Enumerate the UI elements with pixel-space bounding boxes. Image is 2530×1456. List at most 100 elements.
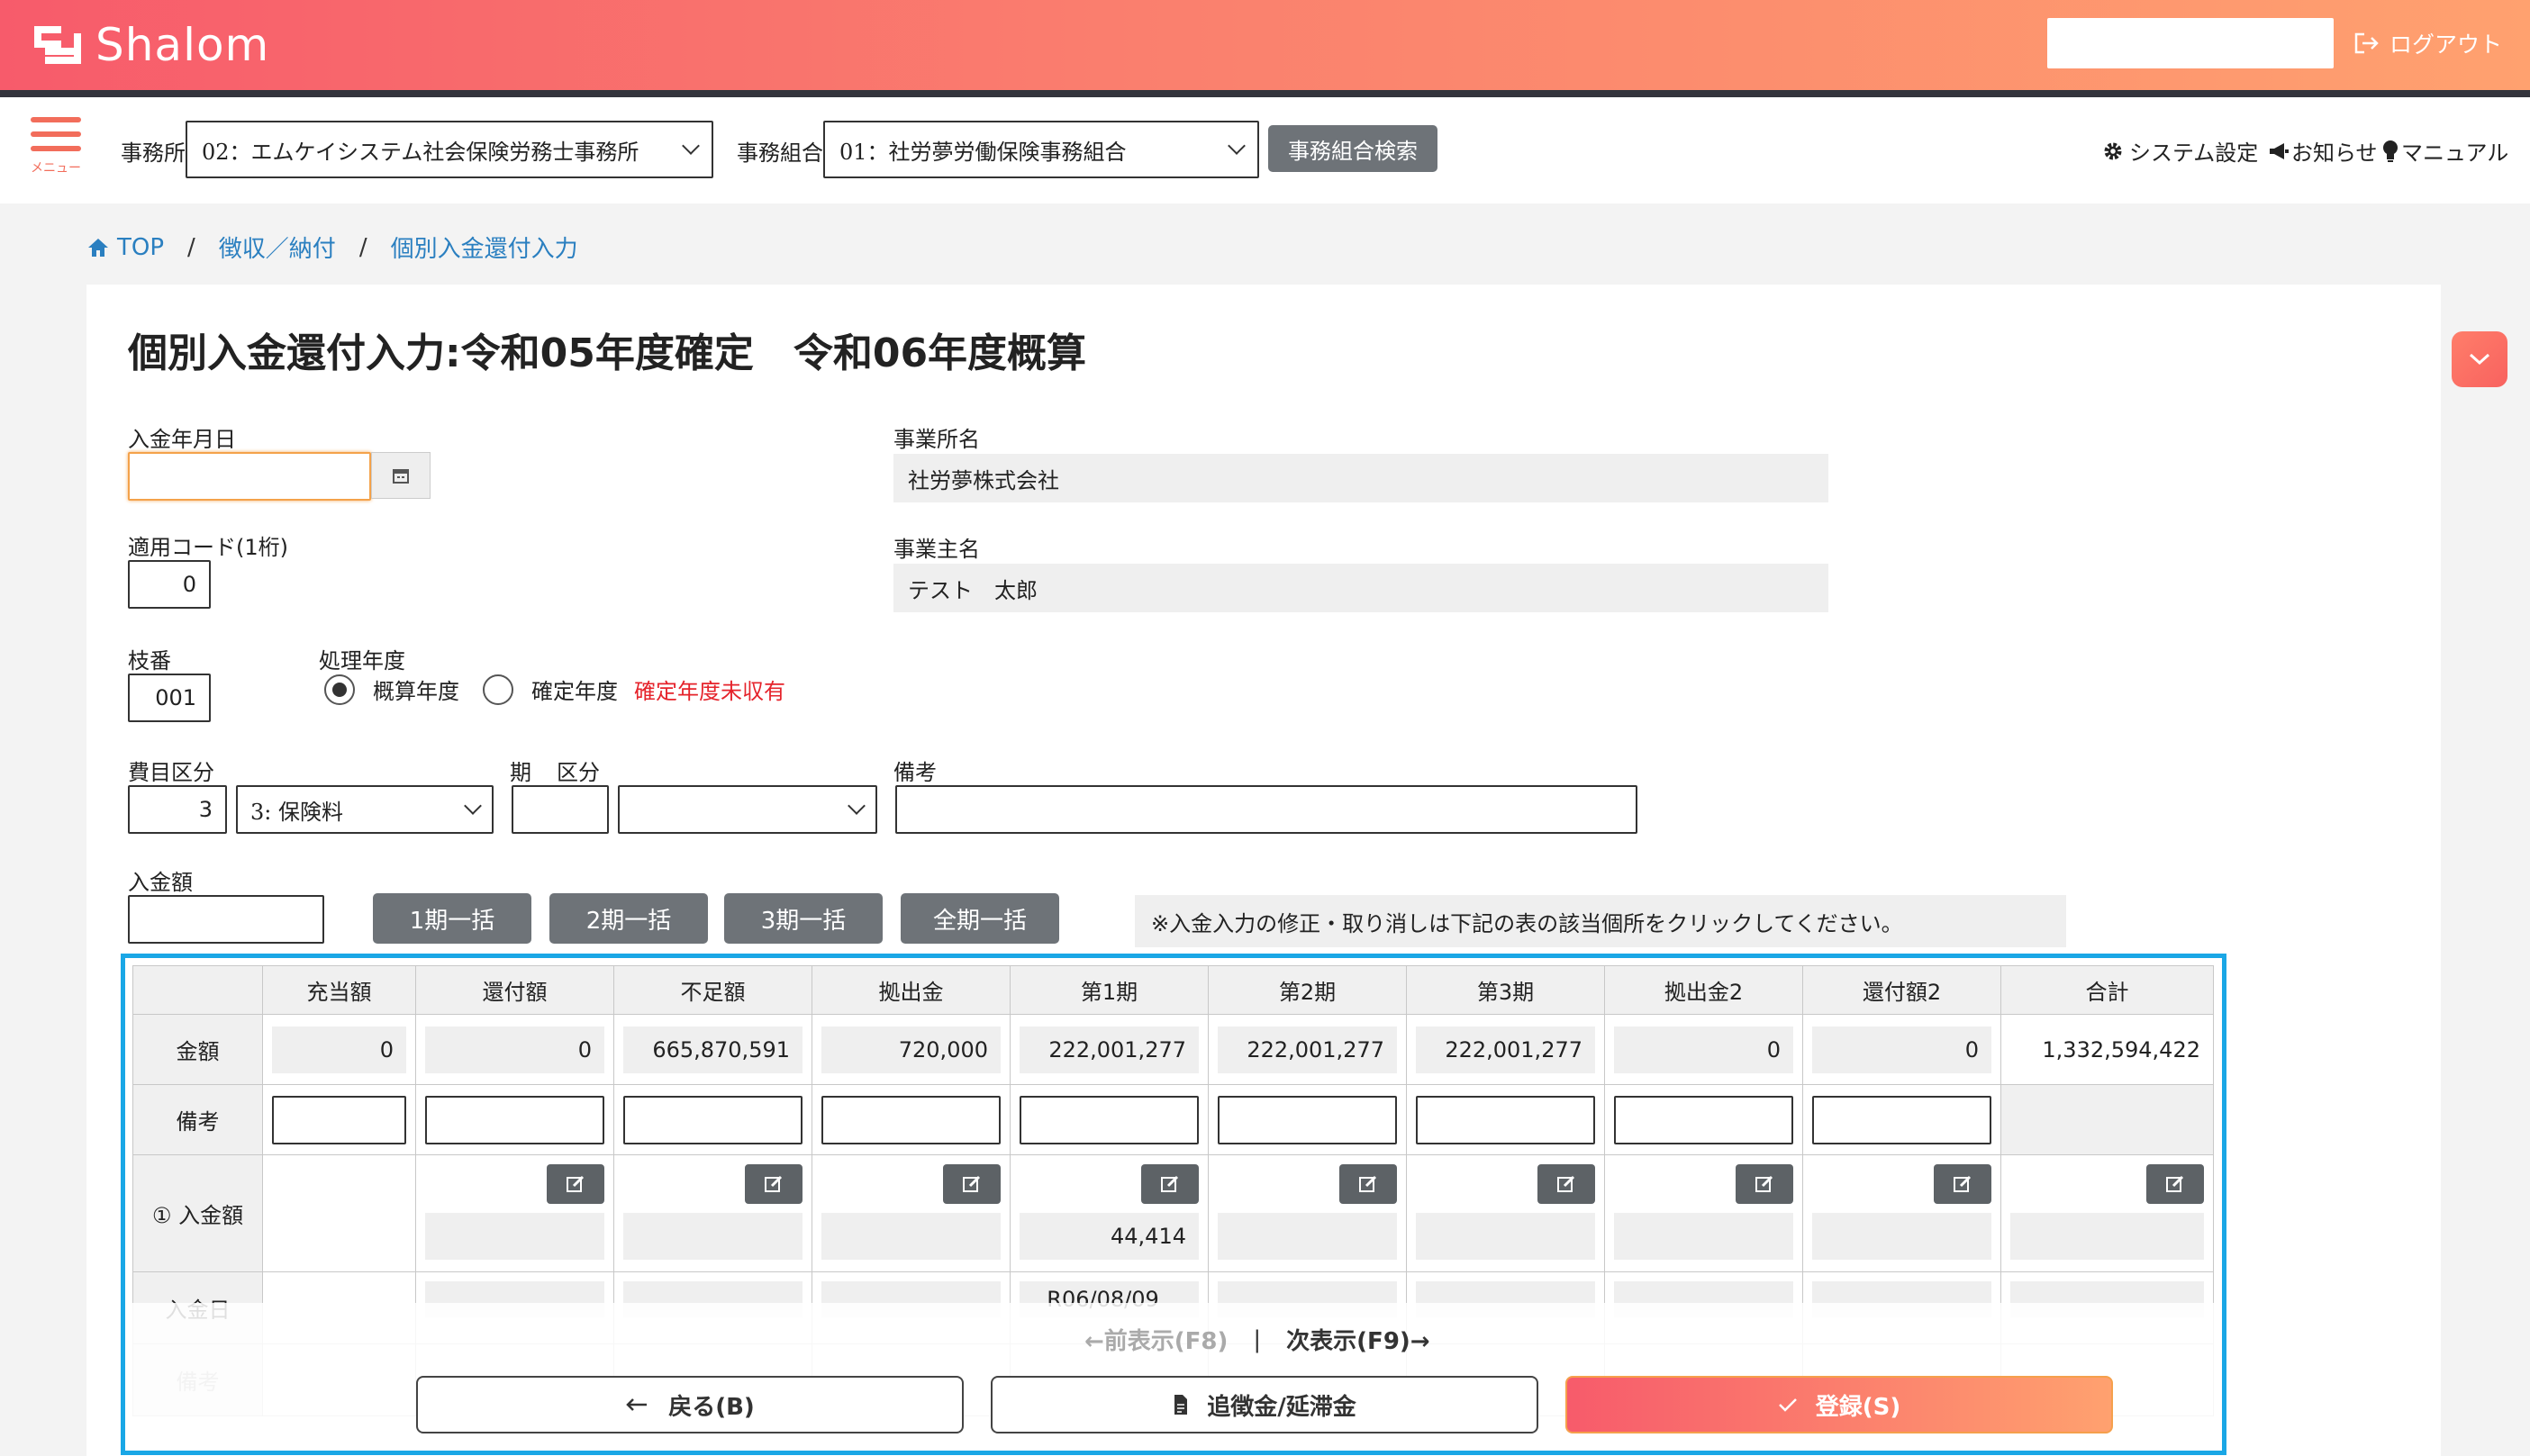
edit-button[interactable] [943,1164,1001,1204]
table-notice: ※入金入力の修正・取り消しは下記の表の該当個所をクリックしてください。 [1135,895,2066,947]
edit-button[interactable] [2146,1164,2204,1204]
remarks-cell-input[interactable] [821,1095,1001,1144]
period-label: 期 [510,760,531,785]
edit-button[interactable] [1736,1164,1793,1204]
payment-cell: 44,414 [1010,1154,1209,1272]
notice-link[interactable]: お知らせ [2268,135,2378,167]
column-header-5: 第2期 [1208,965,1407,1015]
checkmark-icon [1778,1398,1797,1412]
back-label: 戻る(B) [668,1393,755,1421]
app-header: Shalom ログアウト [0,0,2530,90]
prev-page-button[interactable]: ←前表示(F8) [1084,1323,1228,1356]
apply-code-input[interactable]: 0 [128,560,211,609]
amount-value: 222,001,277 [1416,1026,1595,1073]
category-select[interactable] [618,785,877,834]
breadcrumb-collection[interactable]: 徴収／納付 [219,231,336,264]
amount-cell: 665,870,591 [613,1014,812,1085]
table-row-remarks: 備考 [132,1084,2214,1155]
amount-label: 入金額 [128,870,193,895]
payment-cell [812,1154,1011,1272]
lightbulb-icon [2383,140,2398,162]
edit-icon [963,1175,981,1192]
table-corner [132,965,263,1015]
amount-value: 0 [425,1026,604,1073]
arrow-left-icon [626,1398,648,1411]
edit-button[interactable] [1934,1164,1991,1204]
edit-button[interactable] [745,1164,803,1204]
payment-value [1416,1213,1595,1260]
remarks-cell-input[interactable] [623,1095,803,1144]
additional-fee-button[interactable]: 追徴金/延滞金 [991,1376,1538,1433]
remarks-cell [613,1084,812,1155]
manual-link[interactable]: マニュアル [2381,135,2508,167]
union-search-button[interactable]: 事務組合検索 [1268,125,1437,172]
bulk-period1-button[interactable]: 1期一括 [373,893,531,944]
branch-input[interactable]: 001 [128,674,211,722]
amount-value: 665,870,591 [623,1026,803,1073]
additional-fee-label: 追徴金/延滞金 [1207,1393,1356,1421]
amount-cell: 0 [1604,1014,1803,1085]
payment-value [821,1213,1001,1260]
breadcrumb-current[interactable]: 個別入金還付入力 [391,231,578,264]
edit-button[interactable] [1339,1164,1397,1204]
back-button[interactable]: 戻る(B) [416,1376,964,1433]
remarks-cell-input[interactable] [1812,1095,1991,1144]
table-row-amount: 金額 0 0 665,870,591 720,000 222,001,277 222,00… [132,1014,2214,1085]
payment-cell [1604,1154,1803,1272]
payment-date-input[interactable] [128,452,371,501]
remarks-cell-input[interactable] [1614,1095,1793,1144]
menu-button[interactable]: メニュー [27,117,85,193]
next-page-button[interactable]: 次表示(F9)→ [1286,1323,1429,1356]
remarks-cell [1604,1084,1803,1155]
remarks-cell-input[interactable] [272,1095,406,1144]
payment-date-label: 入金年月日 [128,427,236,452]
app-name: Shalom [95,19,270,71]
amount-input[interactable] [128,895,324,944]
row-head-amount: 金額 [132,1014,263,1085]
calendar-button[interactable] [371,452,431,499]
chevron-down-icon [682,137,700,155]
remarks-cell-input[interactable] [1020,1095,1199,1144]
save-button[interactable]: 登録(S) [1565,1376,2113,1433]
period-input[interactable] [512,785,609,834]
app-logo[interactable]: Shalom [32,18,269,72]
edit-button[interactable] [547,1164,604,1204]
logout-link[interactable]: ログアウト [2353,25,2502,61]
remarks-cell [1010,1084,1209,1155]
remarks-cell [415,1084,614,1155]
remarks-cell-input[interactable] [1416,1095,1595,1144]
remarks-cell [812,1084,1011,1155]
remarks-cell-input[interactable] [425,1095,604,1144]
owner-name-value: テスト 太郎 [893,564,1828,612]
bulk-period2-button[interactable]: 2期一括 [549,893,708,944]
remarks-input[interactable] [895,785,1637,834]
logout-icon [2354,32,2379,54]
expense-code-input[interactable]: 3 [128,785,227,834]
payment-cell [1802,1154,2001,1272]
edit-button[interactable] [1537,1164,1595,1204]
pager: ←前表示(F8) | 次表示(F9)→ [1084,1323,1430,1356]
payment-cell [1208,1154,1407,1272]
fiscal-estimate-radio[interactable] [324,674,355,705]
expense-select[interactable]: 3: 保険料 [236,785,494,834]
system-settings-link[interactable]: システム設定 [2102,135,2258,167]
amount-cell: 0 [262,1014,416,1085]
office-select[interactable]: 02：エムケイシステム社会保険労務士事務所 [186,121,713,178]
remarks-cell-input[interactable] [1218,1095,1397,1144]
header-search-input[interactable] [2047,18,2334,68]
amount-value: 222,001,277 [1218,1026,1397,1073]
remarks-cell [1406,1084,1605,1155]
payment-cell [262,1154,416,1272]
amount-value: 720,000 [821,1026,1001,1073]
bulk-period3-button[interactable]: 3期一括 [724,893,883,944]
branch-label: 枝番 [128,648,171,674]
breadcrumb-top[interactable]: TOP [117,234,164,261]
bulk-all-button[interactable]: 全期一括 [901,893,1059,944]
business-name-label: 事業所名 [893,427,980,452]
amount-cell: 222,001,277 [1010,1014,1209,1085]
logo-icon [34,26,81,64]
union-select[interactable]: 01：社労夢労働保険事務組合 [823,121,1259,178]
fiscal-confirmed-radio[interactable] [483,674,513,705]
edit-button[interactable] [1141,1164,1199,1204]
scroll-down-button[interactable] [2452,331,2507,387]
